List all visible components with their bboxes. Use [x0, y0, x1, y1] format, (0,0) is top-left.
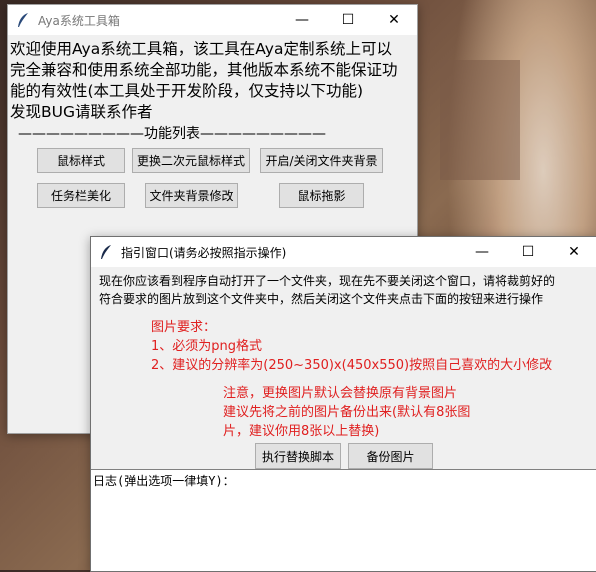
notice-line: 建议先将之前的图片备份出来(默认有8张图 [223, 405, 471, 420]
notice-text: 注意，更换图片默认会替换原有背景图片 建议先将之前的图片备份出来(默认有8张图 … [223, 384, 470, 441]
folder-bg-edit-button[interactable]: 文件夹背景修改 [145, 183, 238, 208]
toggle-folder-bg-button[interactable]: 开启/关闭文件夹背景 [260, 148, 383, 173]
feather-icon [18, 13, 28, 27]
taskbar-button[interactable]: 任务栏美化 [37, 183, 125, 208]
notice-line: 片，建议你用8张以上替换) [223, 424, 380, 439]
minimize-button[interactable]: — [459, 237, 505, 267]
guide-window-titlebar: 指引窗口(请务必按照指示操作) — ☐ ✕ [91, 237, 596, 267]
requirement-line: 2、建议的分辨率为(250~350)x(450x550)按照自己喜欢的大小修改 [151, 358, 553, 373]
main-window-title: Aya系统工具箱 [38, 13, 120, 28]
maximize-button[interactable]: ☐ [505, 237, 551, 267]
run-script-button[interactable]: 执行替换脚本 [255, 443, 341, 469]
intro-line: 能的有效性(本工具处于开发阶段，仅支持以下功能) [10, 82, 364, 100]
maximize-button[interactable]: ☐ [325, 5, 371, 35]
desktop-wallpaper-detail [440, 60, 520, 180]
minimize-button[interactable]: — [279, 5, 325, 35]
feather-icon [101, 245, 111, 259]
anime-cursor-button[interactable]: 更换二次元鼠标样式 [132, 148, 250, 173]
intro-line: 完全兼容和使用系统全部功能，其他版本系统不能保证功 [10, 61, 398, 79]
requirement-line: 图片要求： [151, 320, 217, 335]
intro-line: 欢迎使用Aya系统工具箱，该工具在Aya定制系统上可以 [10, 40, 392, 58]
notice-line: 注意，更换图片默认会替换原有背景图片 [223, 386, 458, 401]
log-text: 日志(弹出选项一律填Y)： [93, 474, 235, 488]
requirement-line: 1、必须为png格式 [151, 339, 263, 354]
log-textarea[interactable]: 日志(弹出选项一律填Y)： [91, 469, 596, 571]
guide-window-title: 指引窗口(请务必按照指示操作) [121, 245, 287, 260]
instruction-text: 现在你应该看到程序自动打开了一个文件夹，现在先不要关闭这个窗口，请将裁剪好的 符… [99, 272, 595, 308]
intro-line: 发现BUG请联系作者 [10, 103, 153, 121]
mouse-style-button[interactable]: 鼠标样式 [37, 148, 125, 173]
close-button[interactable]: ✕ [551, 237, 596, 267]
guide-window: 指引窗口(请务必按照指示操作) — ☐ ✕ 现在你应该看到程序自动打开了一个文件… [90, 236, 596, 572]
backup-button[interactable]: 备份图片 [348, 443, 433, 469]
close-button[interactable]: ✕ [371, 5, 417, 35]
requirements-text: 图片要求： 1、必须为png格式 2、建议的分辨率为(250~350)x(450… [151, 318, 552, 375]
instruction-line: 现在你应该看到程序自动打开了一个文件夹，现在先不要关闭这个窗口，请将裁剪好的 [99, 274, 556, 288]
intro-text: 欢迎使用Aya系统工具箱，该工具在Aya定制系统上可以 完全兼容和使用系统全部功… [10, 39, 398, 123]
section-title: —————————功能列表————————— [18, 126, 326, 142]
instruction-line: 符合要求的图片放到这个文件夹中，然后关闭这个文件夹点击下面的按钮来进行操作 [99, 292, 544, 306]
main-window-titlebar: Aya系统工具箱 — ☐ ✕ [8, 5, 417, 35]
mouse-trail-button[interactable]: 鼠标拖影 [279, 183, 364, 208]
